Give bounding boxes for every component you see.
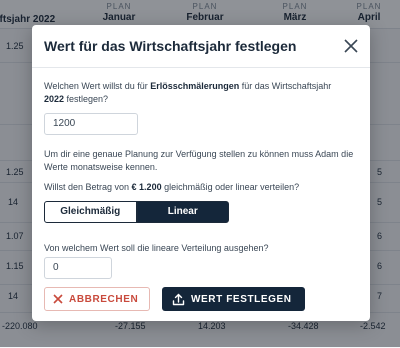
question-text: für das Wirtschaftsjahr: [239, 81, 332, 91]
start-value-input[interactable]: 0: [44, 257, 112, 279]
distribute-text: Willst den Betrag von: [44, 182, 132, 192]
distribute-amount: € 1.200: [131, 182, 162, 192]
set-value-dialog: Wert für das Wirtschaftsjahr festlegen W…: [32, 25, 370, 321]
question-text: Welchen Wert willst du für: [44, 81, 151, 91]
save-value-button[interactable]: WERT FESTLEGEN: [162, 287, 305, 311]
dialog-title: Wert für das Wirtschaftsjahr festlegen: [44, 38, 297, 54]
linear-question: Von welchem Wert soll die lineare Vertei…: [44, 243, 269, 253]
cancel-label: ABBRECHEN: [69, 293, 139, 305]
upload-icon: [172, 293, 185, 305]
value-question: Welchen Wert willst du für Erlösschmäler…: [44, 80, 362, 106]
option-even-button[interactable]: Gleichmäßig: [44, 201, 137, 223]
x-icon: [53, 294, 63, 304]
distribute-text: gleichmäßig oder linear verteilen?: [161, 182, 300, 192]
distribute-question: Willst den Betrag von € 1.200 gleichmäßi…: [44, 181, 362, 194]
save-label: WERT FESTLEGEN: [191, 293, 292, 305]
info-text: Um dir eine genaue Planung zur Verfügung…: [44, 149, 354, 172]
option-linear-button[interactable]: Linear: [136, 201, 229, 223]
close-icon[interactable]: [342, 37, 360, 55]
question-category: Erlösschmälerungen: [150, 81, 240, 91]
question-year: 2022: [44, 94, 65, 104]
distribution-toggle: Gleichmäßig Linear: [44, 201, 229, 223]
question-text: festlegen?: [64, 94, 109, 104]
dialog-header: Wert für das Wirtschaftsjahr festlegen: [32, 25, 370, 68]
cancel-button[interactable]: ABBRECHEN: [44, 287, 150, 311]
value-input[interactable]: 1200: [44, 113, 138, 135]
